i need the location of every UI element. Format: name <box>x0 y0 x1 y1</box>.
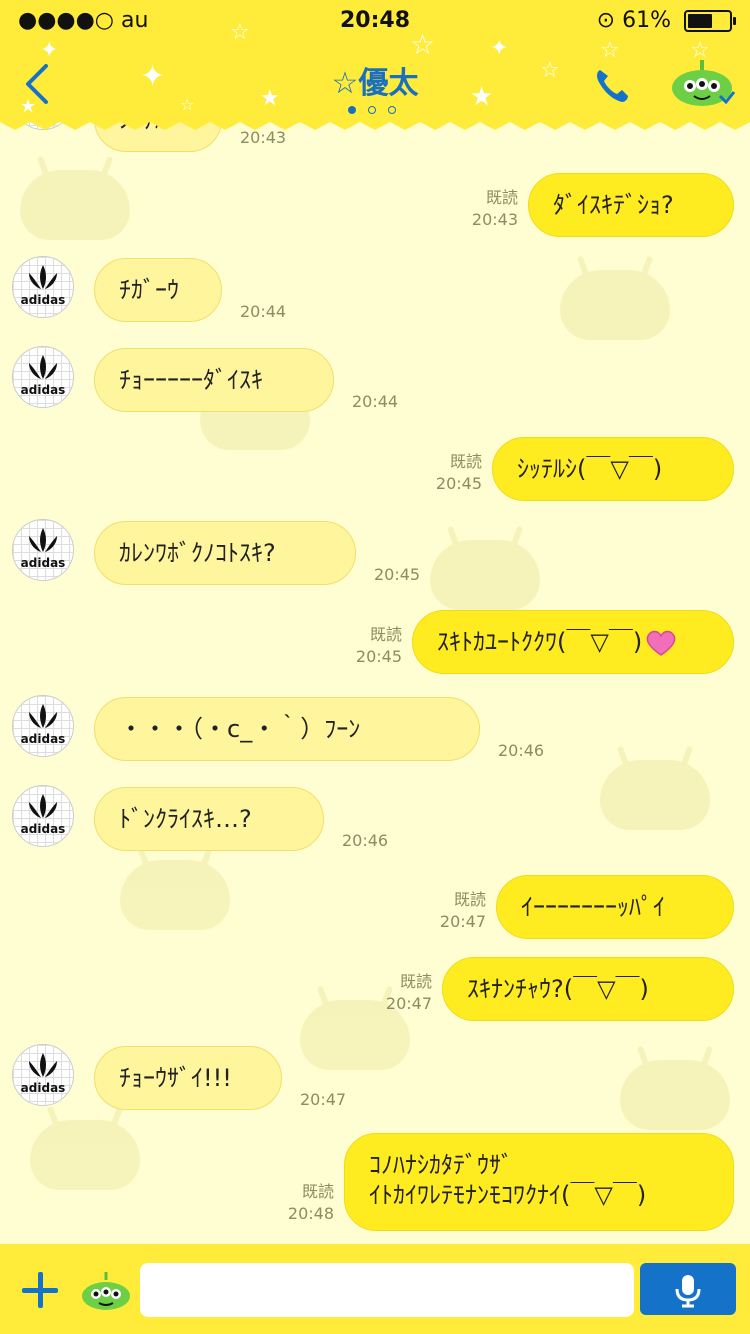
message-bubble[interactable]: ﾁｶﾞｰｳ <box>94 258 222 322</box>
star-decoration: ✦ <box>490 36 509 61</box>
microphone-icon <box>675 1275 701 1308</box>
message-text: ｽｷﾄｶﾕｰﾄｸｸﾜ(￣▽￣) <box>437 628 643 656</box>
message-bubble[interactable]: ｺﾉﾊﾅｼｶﾀﾃﾞｳｻﾞ ｲﾄｶｲﾜﾚﾃﾓﾅﾝﾓｺﾜｸﾅｲ(￣▽￣) <box>344 1133 734 1231</box>
read-receipt: 既読 <box>485 188 518 207</box>
adidas-logo-icon <box>29 1053 57 1077</box>
alien-pattern <box>620 1060 730 1130</box>
message-text: ｲｰｰｰｰｰｰｰｯﾊﾟｲ <box>521 893 665 921</box>
message-text: ・・・（・c_・｀）ﾌｰﾝ <box>119 715 361 743</box>
message-meta: 既読 20:45 <box>322 624 402 668</box>
adidas-logo-icon <box>29 265 57 289</box>
message-input[interactable] <box>140 1263 634 1317</box>
message-text: ﾁｶﾞｰｳ <box>119 276 179 304</box>
avatar[interactable]: adidas <box>12 1044 74 1106</box>
message-meta: 既読 20:45 <box>402 451 482 495</box>
alien-pattern <box>20 170 130 240</box>
message-bubble[interactable]: ﾄﾞﾝｸﾗｲｽｷ…? <box>94 787 324 851</box>
alien-pattern <box>600 760 710 830</box>
chat-header: ✦ ✦ ☆ ★ ☆ ★ ☆ ✦ ☆ ☆ ☆ ★ ●●●●○ au 20:48 ⊙… <box>0 0 750 130</box>
message-time: 20:47 <box>439 912 486 931</box>
message-bubble[interactable]: ﾀﾞｲｽｷﾃﾞｼｮ? <box>528 173 734 237</box>
call-button[interactable] <box>592 66 632 106</box>
heart-emoji-icon <box>646 630 676 656</box>
message-bubble[interactable]: ｽｷﾄｶﾕｰﾄｸｸﾜ(￣▽￣) <box>412 610 734 674</box>
adidas-logo-icon <box>29 704 57 728</box>
read-receipt: 既読 <box>369 625 402 644</box>
read-receipt: 既読 <box>453 890 486 909</box>
star-decoration: ☆ <box>410 28 436 61</box>
alien-pattern <box>30 1120 140 1190</box>
message-meta: 既読 20:48 <box>254 1181 334 1225</box>
avatar[interactable]: adidas <box>12 346 74 408</box>
input-bar <box>0 1244 750 1334</box>
status-bar: ●●●●○ au 20:48 ⊙ 61% <box>0 8 750 36</box>
page-indicator <box>348 104 404 116</box>
message-time: 20:47 <box>385 994 432 1013</box>
sticker-button[interactable] <box>78 1270 134 1312</box>
alien-pattern <box>430 540 540 610</box>
chat-title[interactable]: ☆優太 <box>0 58 750 102</box>
message-bubble[interactable]: ｲｰｰｰｰｰｰｰｯﾊﾟｲ <box>496 875 734 939</box>
message-meta: 既読 20:43 <box>438 187 518 231</box>
message-time: 20:48 <box>287 1204 334 1223</box>
alien-icon <box>672 60 736 106</box>
message-time: 20:46 <box>498 741 545 760</box>
voice-button[interactable] <box>640 1263 736 1315</box>
message-time: 20:46 <box>342 831 389 850</box>
message-text: ｺﾉﾊﾅｼｶﾀﾃﾞｳｻﾞ ｲﾄｶｲﾜﾚﾃﾓﾅﾝﾓｺﾜｸﾅｲ(￣▽￣) <box>369 1151 647 1209</box>
avatar[interactable]: adidas <box>12 519 74 581</box>
alien-pattern <box>560 270 670 340</box>
message-text: ｽｷﾅﾝﾁｬｳ?(￣▽￣) <box>467 975 649 1003</box>
avatar-label: adidas <box>20 383 66 397</box>
message-bubble[interactable]: ｼｯﾃﾙｼ(￣▽￣) <box>492 437 734 501</box>
message-bubble[interactable]: ﾁｮｰｰｰｰｰﾀﾞｲｽｷ <box>94 348 334 412</box>
message-meta: 既読 20:47 <box>406 889 486 933</box>
adidas-logo-icon <box>29 528 57 552</box>
adidas-logo-icon <box>29 355 57 379</box>
read-receipt: 既読 <box>399 972 432 991</box>
message-time: 20:45 <box>374 565 421 584</box>
rotation-lock-icon: ⊙ <box>596 8 616 33</box>
message-text: ﾁｮｰｳｻﾞｲ!!! <box>119 1064 232 1092</box>
message-bubble[interactable]: ｶﾚﾝﾜﾎﾞｸﾉｺﾄｽｷ? <box>94 521 356 585</box>
message-bubble[interactable]: ・・・（・c_・｀）ﾌｰﾝ <box>94 697 480 761</box>
message-text: ﾀﾞｲｽｷﾃﾞｼｮ? <box>553 191 674 219</box>
add-attachment-button[interactable] <box>22 1272 58 1308</box>
message-time: 20:47 <box>300 1090 347 1109</box>
battery-status: ⊙ 61% <box>596 8 736 33</box>
battery-icon <box>684 10 736 32</box>
read-receipt: 既読 <box>449 452 482 471</box>
read-receipt: 既読 <box>301 1182 334 1201</box>
avatar-label: adidas <box>20 1081 66 1095</box>
avatar-label: adidas <box>20 293 66 307</box>
avatar-label: adidas <box>20 556 66 570</box>
message-text: ｼｯﾃﾙｼ(￣▽￣) <box>517 455 663 483</box>
page-dot-active <box>348 106 356 114</box>
message-meta: 既読 20:47 <box>352 971 432 1015</box>
zigzag-edge <box>0 118 750 130</box>
phone-icon <box>597 70 628 102</box>
message-text: ﾁｮｰｰｰｰｰﾀﾞｲｽｷ <box>119 366 263 394</box>
message-time: 20:43 <box>471 210 518 229</box>
message-time: 20:45 <box>355 647 402 666</box>
avatar-label: adidas <box>20 822 66 836</box>
message-time: 20:45 <box>435 474 482 493</box>
message-time: 20:44 <box>352 392 399 411</box>
message-text: ﾄﾞﾝｸﾗｲｽｷ…? <box>119 805 252 833</box>
avatar-label: adidas <box>20 732 66 746</box>
avatar[interactable]: adidas <box>12 256 74 318</box>
adidas-logo-icon <box>29 794 57 818</box>
avatar[interactable]: adidas <box>12 785 74 847</box>
page-dot <box>368 106 376 114</box>
battery-percent: 61% <box>622 8 671 33</box>
page-dot <box>388 106 396 114</box>
alien-pattern <box>120 860 230 930</box>
message-bubble[interactable]: ﾁｮｰｳｻﾞｲ!!! <box>94 1046 282 1110</box>
alien-sticker-icon <box>82 1272 130 1310</box>
message-text: ｶﾚﾝﾜﾎﾞｸﾉｺﾄｽｷ? <box>119 539 276 567</box>
message-time: 20:44 <box>240 302 287 321</box>
avatar[interactable]: adidas <box>12 695 74 757</box>
alien-menu-button[interactable] <box>668 58 736 108</box>
message-bubble[interactable]: ｽｷﾅﾝﾁｬｳ?(￣▽￣) <box>442 957 734 1021</box>
